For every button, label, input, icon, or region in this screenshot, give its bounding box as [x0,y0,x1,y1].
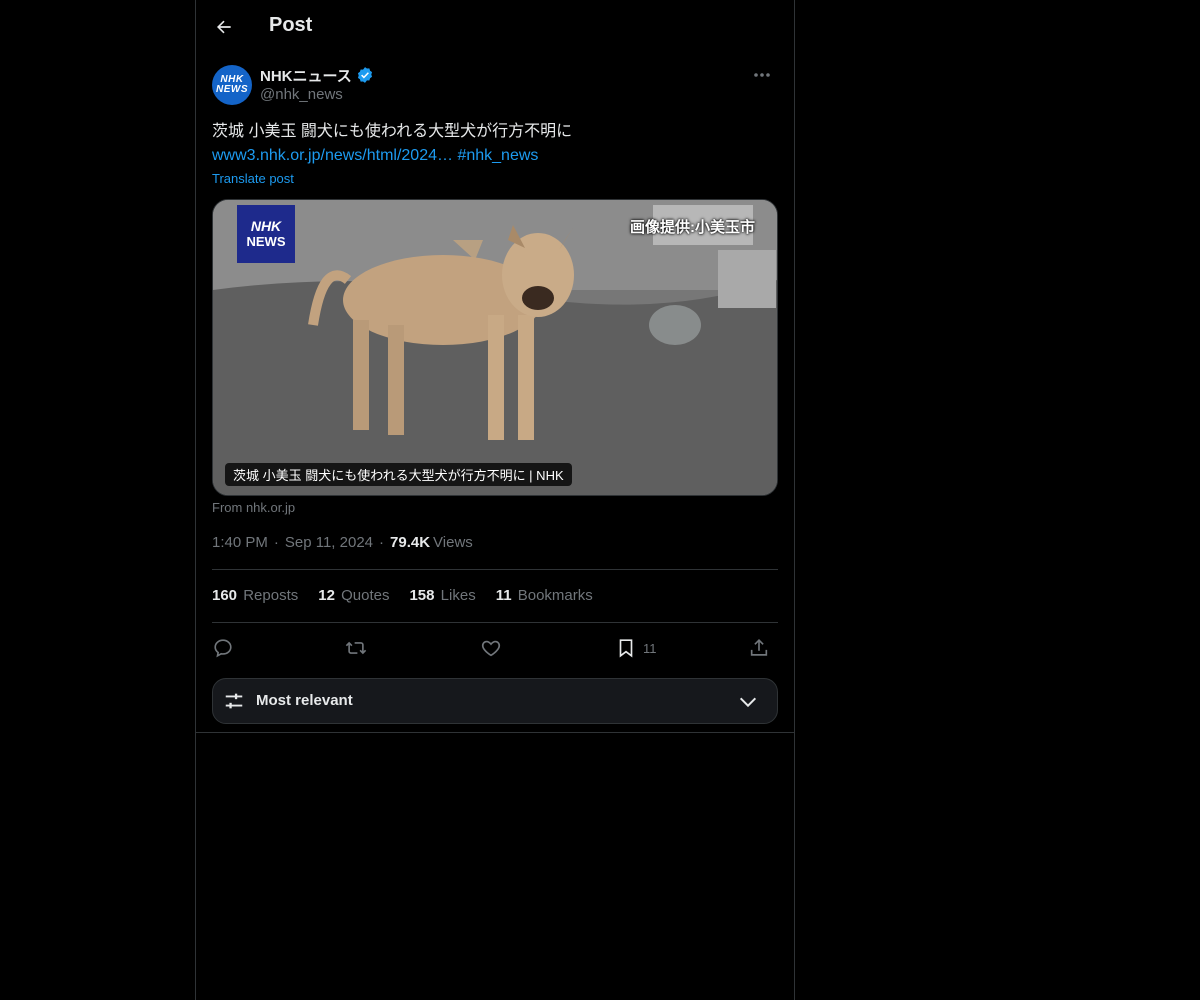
dog-photo [213,200,777,495]
like-icon [481,640,501,657]
logo-text-top: NHK [250,218,282,234]
quotes-stat[interactable]: 12 Quotes [318,587,389,604]
quotes-label: Quotes [341,587,390,604]
post-time[interactable]: 1:40 PM [212,534,268,551]
bookmarks-count: 11 [495,587,512,604]
nhk-logo: NHK NEWS [237,205,295,263]
likes-stat[interactable]: 158 Likes [409,587,475,604]
handle[interactable]: @nhk_news [260,86,343,103]
bookmark-count: 11 [643,640,657,656]
display-name[interactable]: NHKニュース [260,65,352,86]
divider [212,569,778,570]
share-button[interactable] [748,633,770,663]
post-meta: 1:40 PM · Sep 11, 2024 · 79.4K Views [212,534,473,551]
arrow-left-icon [217,20,231,34]
verified-badge-icon [357,67,372,83]
filter-sliders-icon [225,693,243,709]
reply-button[interactable] [212,633,234,663]
post-body: 茨城 小美玉 闘犬にも使われる大型犬が行方不明に [212,123,573,140]
page-title: Post [269,14,313,36]
divider [212,622,778,623]
like-button[interactable] [480,633,502,663]
reply-icon [214,639,232,658]
more-options-button[interactable] [746,65,778,85]
divider [196,732,794,733]
share-icon [750,639,768,656]
views-count: 79.4K [390,534,431,551]
main-column: Post NHK NEWS NHKニュース @nhk_news 茨城 小美玉 闘… [195,0,795,1000]
reposts-label: Reposts [243,587,299,604]
repost-button[interactable] [345,633,367,663]
avatar[interactable]: NHK NEWS [212,65,252,105]
avatar-text-bottom: NEWS [216,84,248,95]
post-link[interactable]: www3.nhk.or.jp/news/html/2024… [212,147,453,164]
image-credit: 画像提供:小美玉市 [630,219,755,236]
separator-dot: · [273,534,279,551]
name-row: NHKニュース [260,65,374,85]
views-label: Views [433,534,473,551]
card-source[interactable]: From nhk.or.jp [212,500,295,515]
post-text: 茨城 小美玉 闘犬にも使われる大型犬が行方不明に www3.nhk.or.jp/… [212,120,778,168]
link-card-image[interactable]: NHK NEWS 画像提供:小美玉市 茨城 小美玉 闘犬にも使われる大型犬が行方… [212,199,778,496]
more-horizontal-icon [754,73,770,77]
likes-count: 158 [409,587,435,604]
action-bar: 11 [212,633,778,663]
chevron-down-icon [739,697,757,708]
post-author: NHK NEWS NHKニュース @nhk_news [212,65,778,107]
sort-label: Most relevant [256,692,353,709]
top-bar: Post [196,0,794,54]
quotes-count: 12 [318,587,335,604]
separator-dot: · [379,534,385,551]
reposts-stat[interactable]: 160 Reposts [212,587,298,604]
post-date[interactable]: Sep 11, 2024 [285,534,373,551]
bookmark-icon [619,639,633,658]
back-button[interactable] [206,9,242,45]
likes-label: Likes [440,587,476,604]
bookmark-button[interactable]: 11 [615,633,657,663]
reposts-count: 160 [212,587,238,604]
repost-icon [345,641,367,655]
reply-sort-dropdown[interactable]: Most relevant [212,678,778,724]
bookmarks-stat[interactable]: 11 Bookmarks [496,587,593,604]
translate-post-link[interactable]: Translate post [212,171,294,186]
post-stats: 160 Reposts 12 Quotes 158 Likes 11 Bookm… [212,587,613,604]
card-caption: 茨城 小美玉 闘犬にも使われる大型犬が行方不明に | NHK [225,463,572,486]
post-hashtag[interactable]: #nhk_news [457,147,538,164]
bookmarks-label: Bookmarks [517,587,593,604]
logo-text-bottom: NEWS [246,234,286,249]
